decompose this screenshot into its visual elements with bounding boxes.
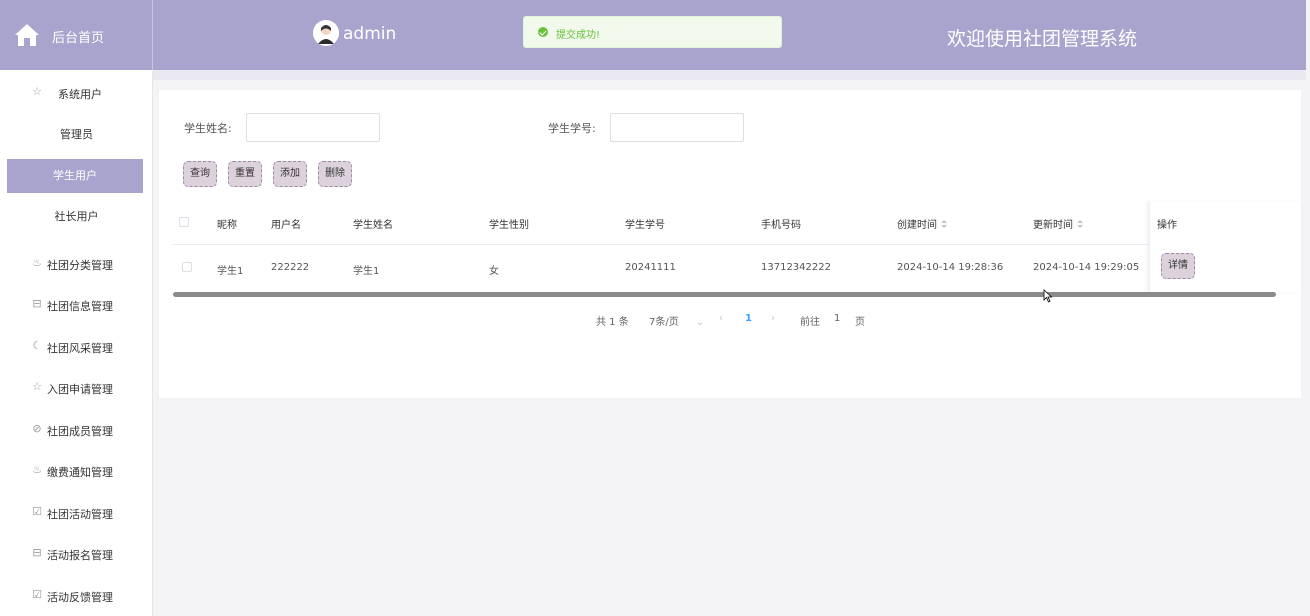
sidebar-item-activities[interactable]: ☑ 社团活动管理 <box>0 500 153 526</box>
col-header-phone: 手机号码 <box>761 220 801 231</box>
sort-icon[interactable] <box>941 220 947 230</box>
detail-button[interactable]: 详情 <box>1161 253 1195 279</box>
sidebar-item-label: 社团分类管理 <box>47 259 113 272</box>
sidebar: ☆ 系统用户 管理员 学生用户 社长用户 ♨ 社团分类管理 ⊟ 社团信息管理 ☾… <box>0 70 153 616</box>
student-name-label: 学生姓名: <box>184 122 232 135</box>
horizontal-scrollbar[interactable] <box>173 292 1276 297</box>
goto-prefix: 前往 <box>800 317 820 328</box>
avatar[interactable] <box>313 20 339 46</box>
sidebar-item-activity-feedback[interactable]: ☑ 活动反馈管理 <box>0 583 153 609</box>
sidebar-item-president-users[interactable]: 社长用户 <box>0 204 153 230</box>
col-header-updated-label: 更新时间 <box>1033 220 1073 231</box>
sidebar-item-activity-signup[interactable]: ⊟ 活动报名管理 <box>0 541 153 567</box>
col-header-created[interactable]: 创建时间 <box>897 216 947 231</box>
sidebar-item-members[interactable]: ⊘ 社团成员管理 <box>0 417 153 443</box>
user-name[interactable]: admin <box>343 24 396 44</box>
success-toast: 提交成功! <box>523 16 782 48</box>
sidebar-item-label: 系统用户 <box>58 88 102 101</box>
cell-updated: 2024-10-14 19:29:05 <box>1033 262 1140 273</box>
cell-phone: 13712342222 <box>761 262 831 273</box>
cell-student-name: 学生1 <box>353 266 380 277</box>
sidebar-item-label: 社团信息管理 <box>47 300 113 313</box>
sidebar-item-student-users[interactable]: 学生用户 <box>7 159 143 193</box>
col-header-actions: 操作 <box>1157 220 1177 231</box>
col-header-student-name: 学生姓名 <box>353 220 393 231</box>
table-header-divider <box>173 244 1287 245</box>
sidebar-group-system-users[interactable]: ☆ 系统用户 <box>0 80 153 106</box>
sidebar-item-category[interactable]: ♨ 社团分类管理 <box>0 251 153 277</box>
student-id-input[interactable] <box>610 113 744 142</box>
toast-message: 提交成功! <box>556 30 601 41</box>
home-link[interactable]: 后台首页 <box>0 0 153 70</box>
cell-username: 222222 <box>271 262 310 273</box>
site-title: 欢迎使用社团管理系统 <box>947 28 1138 50</box>
col-header-created-label: 创建时间 <box>897 220 937 231</box>
flame-icon: ♨ <box>32 256 42 269</box>
goto-page-input[interactable]: 1 <box>834 313 840 324</box>
home-icon <box>15 24 39 46</box>
col-header-student-id: 学生学号 <box>625 220 665 231</box>
reset-button[interactable]: 重置 <box>228 161 262 187</box>
cell-student-id: 20241111 <box>625 262 676 273</box>
top-header: 后台首页 admin 提交成功! 欢迎使用社团管理系统 <box>0 0 1306 70</box>
chevron-down-icon: ⌄ <box>695 317 705 328</box>
sidebar-item-admin[interactable]: 管理员 <box>0 122 153 148</box>
content-card: 学生姓名: 学生学号: 查询 重置 添加 删除 昵称 用户名 学生姓名 学生性别… <box>159 90 1301 398</box>
sidebar-item-label: 活动报名管理 <box>47 549 113 562</box>
col-header-gender: 学生性别 <box>489 220 529 231</box>
cell-nickname: 学生1 <box>217 266 244 277</box>
sidebar-item-join-application[interactable]: ☆ 入团申请管理 <box>0 375 153 401</box>
compass-icon: ⊘ <box>32 422 42 435</box>
sidebar-item-label: 活动反馈管理 <box>47 591 113 604</box>
select-all-checkbox[interactable] <box>179 217 189 227</box>
col-header-nickname: 昵称 <box>217 220 237 231</box>
page-size-value: 7条/页 <box>649 317 679 328</box>
home-label: 后台首页 <box>52 31 105 46</box>
next-page-icon[interactable]: › <box>771 313 775 324</box>
sidebar-item-label: 缴费通知管理 <box>47 466 113 479</box>
user-avatar-icon <box>313 20 339 46</box>
row-checkbox[interactable] <box>182 262 192 272</box>
moon-icon: ☾ <box>32 339 42 352</box>
delete-button[interactable]: 删除 <box>318 161 352 187</box>
sidebar-item-label: 社团成员管理 <box>47 425 113 438</box>
star-icon: ☆ <box>32 85 42 98</box>
mouse-cursor-icon <box>1043 289 1053 303</box>
pagination-total: 共 1 条 <box>596 317 629 328</box>
add-button[interactable]: 添加 <box>273 161 307 187</box>
sidebar-item-club-style[interactable]: ☾ 社团风采管理 <box>0 334 153 360</box>
sidebar-item-label: 社团活动管理 <box>47 508 113 521</box>
col-header-updated[interactable]: 更新时间 <box>1033 216 1083 231</box>
basket-icon: ⊟ <box>32 297 42 310</box>
calendar-check-icon: ☑ <box>32 588 42 601</box>
flame-icon: ♨ <box>32 463 42 476</box>
student-name-input[interactable] <box>246 113 380 142</box>
cell-gender: 女 <box>489 266 499 277</box>
cell-created: 2024-10-14 19:28:36 <box>897 262 1004 273</box>
sidebar-item-payment-notice[interactable]: ♨ 缴费通知管理 <box>0 458 153 484</box>
prev-page-icon[interactable]: ‹ <box>719 313 723 324</box>
calendar-check-icon: ☑ <box>32 505 42 518</box>
sort-icon[interactable] <box>1077 220 1083 230</box>
sidebar-item-club-info[interactable]: ⊟ 社团信息管理 <box>0 292 153 318</box>
query-button[interactable]: 查询 <box>183 161 217 187</box>
sidebar-item-label: 社团风采管理 <box>47 342 113 355</box>
page-number-current[interactable]: 1 <box>745 313 752 324</box>
col-header-username: 用户名 <box>271 220 301 231</box>
student-id-label: 学生学号: <box>548 122 596 135</box>
basket-icon: ⊟ <box>32 546 42 559</box>
star-icon: ☆ <box>32 380 42 393</box>
sidebar-item-label: 入团申请管理 <box>47 383 113 396</box>
page-size-select[interactable]: 7条/页 ⌄ <box>649 313 704 328</box>
check-circle-icon <box>538 27 548 37</box>
header-divider <box>153 70 1306 80</box>
goto-suffix: 页 <box>855 317 865 328</box>
